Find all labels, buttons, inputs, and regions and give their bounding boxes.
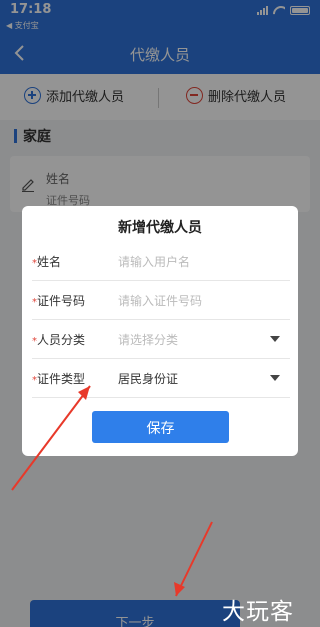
name-label-text: 姓名 — [37, 255, 62, 269]
id-type-label: *证件类型 — [32, 370, 85, 387]
dropdown-arrow-icon[interactable] — [270, 336, 280, 342]
id-number-label-text: 证件号码 — [37, 294, 86, 308]
name-row: *姓名 请输入用户名 — [32, 242, 290, 281]
id-number-row: *证件号码 请输入证件号码 — [32, 281, 290, 320]
dialog-title: 新增代缴人员 — [118, 220, 202, 236]
id-number-label: *证件号码 — [32, 292, 85, 309]
name-label: *姓名 — [32, 253, 61, 270]
add-payer-dialog: 新增代缴人员 *姓名 请输入用户名 *证件号码 请输入证件号码 *人员分类 请选… — [22, 206, 298, 456]
name-input[interactable]: 请输入用户名 — [118, 253, 268, 270]
id-type-row[interactable]: *证件类型 居民身份证 — [32, 359, 290, 398]
watermark: 大玩客 — [222, 599, 294, 625]
id-number-input[interactable]: 请输入证件号码 — [118, 292, 268, 309]
id-type-label-text: 证件类型 — [37, 372, 86, 386]
id-type-select[interactable]: 居民身份证 — [118, 370, 268, 387]
category-row[interactable]: *人员分类 请选择分类 — [32, 320, 290, 359]
save-button[interactable]: 保存 — [92, 411, 229, 443]
category-label-text: 人员分类 — [37, 333, 86, 347]
category-select[interactable]: 请选择分类 — [118, 331, 268, 348]
category-label: *人员分类 — [32, 331, 85, 348]
dropdown-arrow-icon[interactable] — [270, 375, 280, 381]
